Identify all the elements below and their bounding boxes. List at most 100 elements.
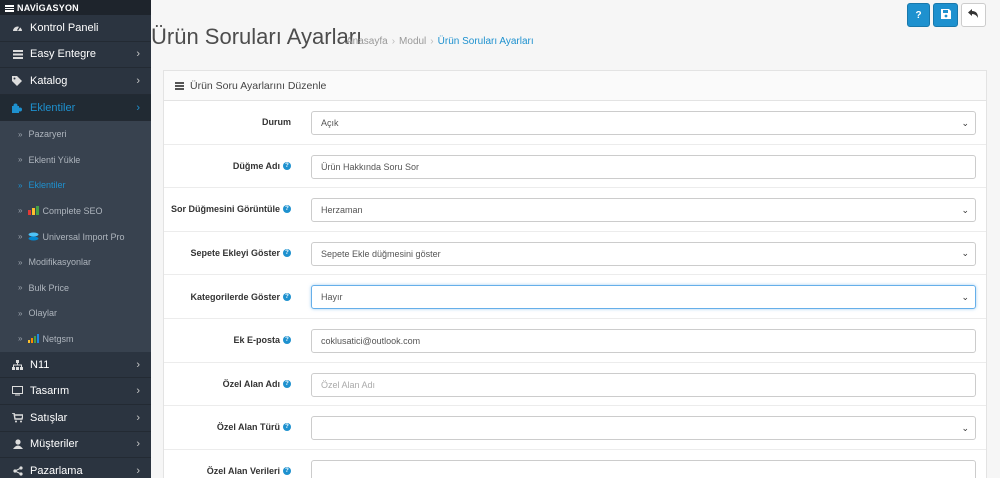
form-row-durum: Durum Açık ⌄ [164,101,986,145]
submenu-item-olaylar[interactable]: » Olaylar [0,301,151,327]
breadcrumb-home[interactable]: Anasayfa [346,36,388,47]
display-ask-button-select[interactable]: Herzaman ⌄ [311,198,976,223]
double-chevron-icon: » [18,334,23,344]
chevron-down-icon: ⌄ [961,291,969,302]
help-icon[interactable]: ? [283,467,291,476]
sidebar-item-satislar[interactable]: Satışlar › [0,405,151,432]
help-icon[interactable]: ? [283,292,291,301]
dashboard-icon [11,21,24,34]
help-icon[interactable]: ? [283,379,291,388]
submenu-item-eklentiler[interactable]: » Eklentiler [0,173,151,199]
sidebar-item-label: Kontrol Paneli [30,21,99,34]
sidebar-item-label: Pazarlama [30,464,83,477]
list-icon [11,48,24,61]
sidebar-item-eklentiler[interactable]: Eklentiler › [0,94,151,122]
panel-heading: Ürün Soru Ayarlarını Düzenle [164,71,986,101]
submenu-item-bulk-price[interactable]: » Bulk Price [0,275,151,301]
help-button[interactable]: ? [907,3,930,27]
form-row-kategorilerde-goster: Kategorilerde Göster? Hayır ⌄ [164,275,986,319]
sidebar-item-katalog[interactable]: Katalog › [0,68,151,95]
field-label: Özel Alan Verileri? [207,450,291,478]
custom-field-type-select[interactable]: ⌄ [311,416,976,441]
help-icon[interactable]: ? [283,423,291,432]
chevron-right-icon: › [136,358,140,371]
submenu-item-complete-seo[interactable]: » Complete SEO [0,198,151,224]
submenu-item-label: Universal Import Pro [42,231,125,242]
form-row-sepete-ekleyi-goster: Sepete Ekleyi Göster? Sepete Ekle düğmes… [164,232,986,276]
help-icon[interactable]: ? [283,205,291,214]
breadcrumb: Anasayfa › Modul › Ürün Soruları Ayarlar… [346,36,534,47]
status-select[interactable]: Açık ⌄ [311,111,976,135]
form-row-ozel-alan-verileri: Özel Alan Verileri? [164,450,986,478]
breadcrumb-separator: › [391,36,396,47]
input-placeholder: Özel Alan Adı [321,379,376,390]
select-value: Açık [321,118,339,128]
sidebar-item-label: Tasarım [30,385,70,398]
form-row-ek-eposta: Ek E-posta? coklusatici@outlook.com [164,319,986,363]
double-chevron-icon: » [18,206,23,216]
double-chevron-icon: » [18,155,23,165]
submenu-eklentiler: » Pazaryeri » Eklenti Yükle » Eklentiler » C… [0,121,151,352]
help-icon[interactable]: ? [283,336,291,345]
sidebar-item-pazarlama[interactable]: Pazarlama › [0,458,151,478]
help-icon[interactable]: ? [283,249,291,258]
sidebar-item-musteriler[interactable]: Müşteriler › [0,432,151,459]
submenu-item-pazaryeri[interactable]: » Pazaryeri [0,121,151,147]
input-value: Ürün Hakkında Soru Sor [321,161,420,172]
question-icon: ? [915,9,922,21]
submenu-item-label: Olaylar [28,308,57,319]
submenu-item-eklenti-yukle[interactable]: » Eklenti Yükle [0,147,151,173]
user-icon [11,438,24,451]
save-button[interactable] [933,3,958,27]
seo-logo-icon [28,206,40,216]
custom-field-data-input[interactable] [311,459,976,478]
sidebar-item-easy-entegre[interactable]: Easy Entegre › [0,42,151,69]
field-label: Sepete Ekleyi Göster? [190,232,291,275]
button-name-input[interactable]: Ürün Hakkında Soru Sor [311,154,976,179]
select-value: Herzaman [321,205,363,216]
double-chevron-icon: » [18,283,23,293]
submenu-item-universal-import-pro[interactable]: » Universal Import Pro [0,224,151,250]
extra-email-input[interactable]: coklusatici@outlook.com [311,328,976,353]
sidebar-item-label: Satışlar [30,411,68,424]
show-add-to-cart-select[interactable]: Sepete Ekle düğmesini göster ⌄ [311,241,976,266]
menu-icon [5,4,14,12]
sidebar-item-n11[interactable]: N11 › [0,352,151,379]
submenu-item-label: Pazaryeri [28,129,67,140]
import-logo-icon [28,232,39,241]
sidebar-item-label: Eklentiler [30,101,76,114]
form-row-sor-dugmesini-goruntule: Sor Düğmesini Görüntüle? Herzaman ⌄ [164,188,986,232]
chevron-down-icon: ⌄ [961,204,969,215]
show-in-categories-select[interactable]: Hayır ⌄ [311,285,976,310]
help-icon[interactable]: ? [283,161,291,170]
sidebar-item-label: Easy Entegre [30,48,97,61]
form-row-ozel-alan-adi: Özel Alan Adı? Özel Alan Adı [164,363,986,407]
page-title: Ürün Soruları Ayarları [151,24,363,49]
tag-icon [11,74,24,87]
form-row-ozel-alan-turu: Özel Alan Türü? ⌄ [164,406,986,450]
double-chevron-icon: » [18,308,23,318]
reply-icon [968,9,979,21]
submenu-item-label: Eklentiler [28,180,66,191]
form-row-dugme-adi: Düğme Adı? Ürün Hakkında Soru Sor [164,145,986,189]
field-label: Özel Alan Adı? [223,363,291,406]
netgsm-bars-icon [28,334,40,344]
list-icon [175,81,184,90]
submenu-item-label: Bulk Price [28,282,69,293]
sidebar-item-tasarim[interactable]: Tasarım › [0,378,151,405]
submenu-item-modifikasyonlar[interactable]: » Modifikasyonlar [0,249,151,275]
breadcrumb-module[interactable]: Modul [399,36,426,47]
field-label: Düğme Adı? [233,145,291,188]
submenu-item-label: Modifikasyonlar [28,257,91,268]
sidebar-item-kontrol-paneli[interactable]: Kontrol Paneli [0,15,151,42]
breadcrumb-current[interactable]: Ürün Soruları Ayarları [438,36,534,47]
double-chevron-icon: » [18,180,23,190]
custom-field-name-input[interactable]: Özel Alan Adı [311,372,976,397]
back-button[interactable] [961,3,986,27]
chevron-right-icon: › [136,74,140,87]
field-label: Kategorilerde Göster? [190,275,291,318]
double-chevron-icon: » [18,232,23,242]
input-value: coklusatici@outlook.com [321,335,421,346]
submenu-item-netgsm[interactable]: » Netgsm [0,326,151,352]
chevron-right-icon: › [136,385,140,398]
